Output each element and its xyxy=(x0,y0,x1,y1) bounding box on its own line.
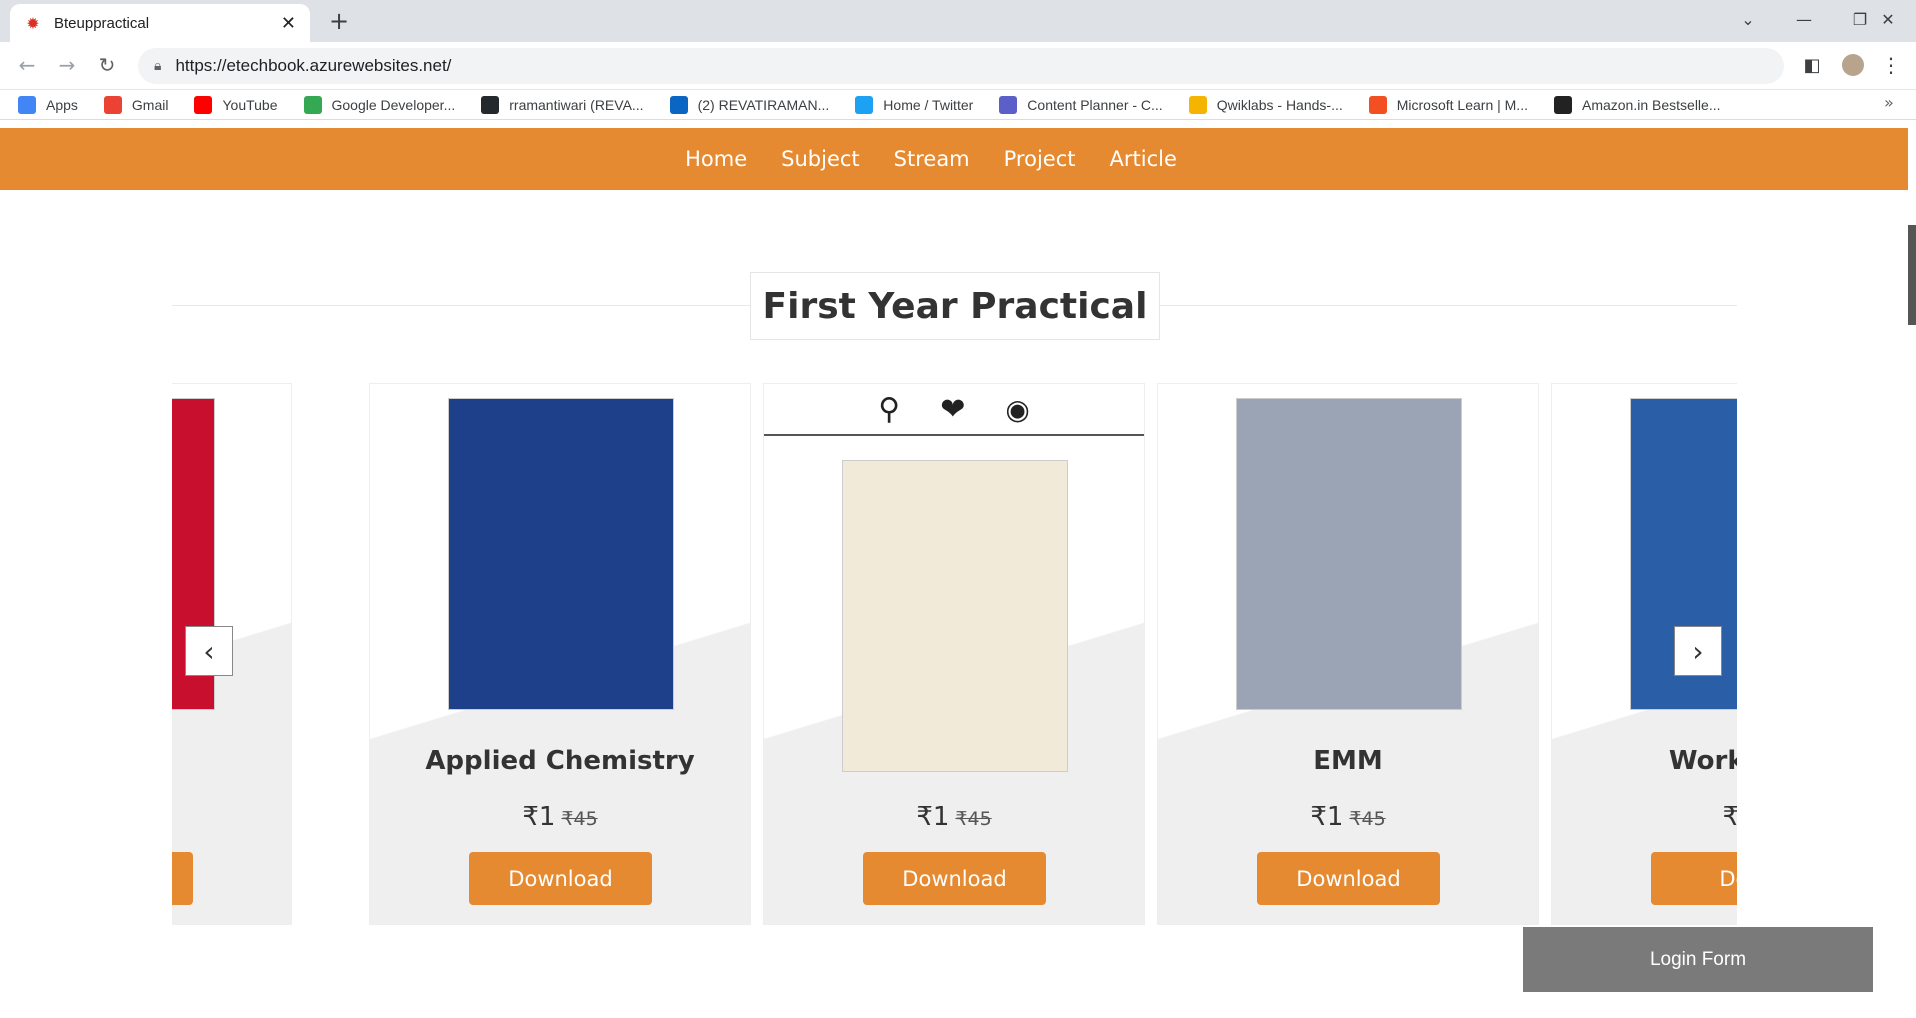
product-price: ₹1 ₹45 xyxy=(1158,802,1538,832)
close-window-icon[interactable]: ✕ xyxy=(1860,0,1916,38)
download-button[interactable]: Download xyxy=(1257,852,1440,905)
product-name[interactable]: EMM xyxy=(1158,746,1538,776)
bookmark-label: (2) REVATIRAMAN... xyxy=(697,96,830,113)
site-nav: Home Subject Stream Project Article xyxy=(0,128,1908,190)
bookmark-item[interactable]: Amazon.in Bestselle... xyxy=(1553,95,1721,114)
bookmark-label: Google Developer... xyxy=(331,96,456,113)
minimize-icon[interactable]: — xyxy=(1776,0,1832,38)
menu-icon[interactable]: ⋮ xyxy=(1876,50,1906,80)
bookmark-label: rramantiwari (REVA... xyxy=(509,96,644,113)
bookmark-label: Content Planner - C... xyxy=(1027,96,1163,113)
bookmark-label: Microsoft Learn | M... xyxy=(1396,96,1528,113)
page-scrollbar[interactable] xyxy=(1908,225,1916,325)
download-button[interactable]: Download xyxy=(863,852,1046,905)
old-price: ₹45 xyxy=(955,808,992,830)
nav-item-home[interactable]: Home xyxy=(685,147,747,171)
bookmark-label: Qwiklabs - Hands-... xyxy=(1216,96,1343,113)
product-name[interactable]: Applied Chemistry xyxy=(370,746,750,776)
linkedin-icon xyxy=(669,95,688,114)
gmail-icon xyxy=(103,95,122,114)
bookmark-item[interactable]: Apps xyxy=(18,95,78,114)
eye-icon[interactable]: ◉ xyxy=(1005,393,1029,426)
bookmark-item[interactable]: Home / Twitter xyxy=(855,95,974,114)
current-price: ₹1 xyxy=(1310,802,1344,832)
url-text[interactable]: https://etechbook.azurewebsites.net/ xyxy=(175,56,451,76)
product-price: ₹1 ₹45 xyxy=(370,802,750,832)
download-button[interactable]: Dow xyxy=(1651,852,1737,905)
address-bar[interactable]: 🔒︎ https://etechbook.azurewebsites.net/ xyxy=(138,48,1784,84)
product-card[interactable]: Applied Chemistry ₹1 ₹45 Download xyxy=(369,383,751,925)
bookmarks-bar: Apps Gmail YouTube Google Developer... rrama… xyxy=(0,90,1916,120)
google-developers-icon xyxy=(303,95,322,114)
product-carousel: hysics – I₹45loadApplied Chemistry₹1₹45D… xyxy=(172,383,1737,925)
bookmark-item[interactable]: Microsoft Learn | M... xyxy=(1368,95,1528,114)
product-name[interactable]: Workshop xyxy=(1552,746,1737,776)
search-icon[interactable]: ⚲ xyxy=(878,392,900,427)
bookmark-item[interactable]: Qwiklabs - Hands-... xyxy=(1188,95,1343,114)
heart-icon[interactable]: ❤ xyxy=(940,392,965,427)
current-price: ₹1 xyxy=(522,802,556,832)
bookmark-item[interactable]: Content Planner - C... xyxy=(999,95,1163,114)
bookmark-label: Home / Twitter xyxy=(883,96,974,113)
profile-avatar[interactable] xyxy=(1838,50,1868,80)
product-price: ₹1 xyxy=(1552,802,1737,832)
current-price: ₹1 xyxy=(916,802,950,832)
section-title: First Year Practical xyxy=(750,272,1160,340)
nav-item-subject[interactable]: Subject xyxy=(781,147,860,171)
reload-icon[interactable]: ↻ xyxy=(92,50,122,80)
bookmark-item[interactable]: Gmail xyxy=(103,95,169,114)
carousel-next-arrow-icon[interactable]: › xyxy=(1674,626,1722,676)
microsoft-icon xyxy=(1368,95,1387,114)
nav-item-stream[interactable]: Stream xyxy=(894,147,970,171)
browser-tab[interactable]: ✹ Bteuppractical ✕ xyxy=(10,4,310,42)
apps-grid-icon xyxy=(18,95,36,114)
new-tab-icon[interactable]: + xyxy=(325,7,353,35)
download-button[interactable]: load xyxy=(172,852,193,905)
bookmark-item[interactable]: Google Developer... xyxy=(303,95,456,114)
bookmark-label: Gmail xyxy=(131,96,169,113)
bookmark-item[interactable]: YouTube xyxy=(194,95,278,114)
card-action-bar: ⚲ ❤ ◉ xyxy=(764,384,1144,436)
old-price: ₹45 xyxy=(1349,808,1386,830)
bookmark-item[interactable]: rramantiwari (REVA... xyxy=(481,95,644,114)
bookmark-label: Apps xyxy=(46,96,78,113)
more-bookmarks-icon[interactable]: » xyxy=(1884,93,1894,112)
nav-item-project[interactable]: Project xyxy=(1004,147,1076,171)
browser-toolbar: ← → ↻ 🔒︎ https://etechbook.azurewebsites… xyxy=(0,42,1916,90)
book-cover-image[interactable] xyxy=(842,460,1068,772)
close-tab-icon[interactable]: ✕ xyxy=(281,13,296,34)
site-favicon-icon: ✹ xyxy=(26,13,40,33)
bookmark-item[interactable]: (2) REVATIRAMAN... xyxy=(669,95,830,114)
youtube-icon xyxy=(194,95,213,114)
tab-title: Bteuppractical xyxy=(54,14,150,32)
tab-search-icon[interactable]: ⌄ xyxy=(1720,0,1776,38)
bookmark-label: YouTube xyxy=(222,96,278,113)
content-planner-icon xyxy=(999,95,1018,114)
product-name[interactable]: hysics – I xyxy=(172,746,291,776)
book-cover-image[interactable] xyxy=(448,398,674,710)
back-icon[interactable]: ← xyxy=(12,50,42,80)
side-panel-icon[interactable]: ◧ xyxy=(1797,50,1827,80)
qwiklabs-icon xyxy=(1188,95,1207,114)
book-cover-image[interactable] xyxy=(1236,398,1462,710)
github-icon xyxy=(481,95,500,114)
login-form-button[interactable]: Login Form xyxy=(1523,927,1873,992)
bookmark-label: Amazon.in Bestselle... xyxy=(1581,96,1721,113)
product-price: ₹45 xyxy=(172,802,291,832)
current-price: ₹1 xyxy=(1722,802,1737,832)
browser-tab-strip: ✹ Bteuppractical ✕ + ⌄ — ❐ ✕ xyxy=(0,0,1916,42)
product-card[interactable]: ⚲ ❤ ◉ ₹1 ₹45 Download xyxy=(763,383,1145,925)
carousel-prev-arrow-icon[interactable]: ‹ xyxy=(185,626,233,676)
lock-icon[interactable]: 🔒︎ xyxy=(154,58,161,74)
product-card[interactable]: EMM ₹1 ₹45 Download xyxy=(1157,383,1539,925)
old-price: ₹45 xyxy=(561,808,598,830)
nav-item-article[interactable]: Article xyxy=(1110,147,1177,171)
product-price: ₹1 ₹45 xyxy=(764,802,1144,832)
amazon-icon xyxy=(1553,95,1572,114)
twitter-icon xyxy=(855,95,874,114)
forward-icon[interactable]: → xyxy=(52,50,82,80)
download-button[interactable]: Download xyxy=(469,852,652,905)
section-header: First Year Practical xyxy=(172,272,1737,340)
